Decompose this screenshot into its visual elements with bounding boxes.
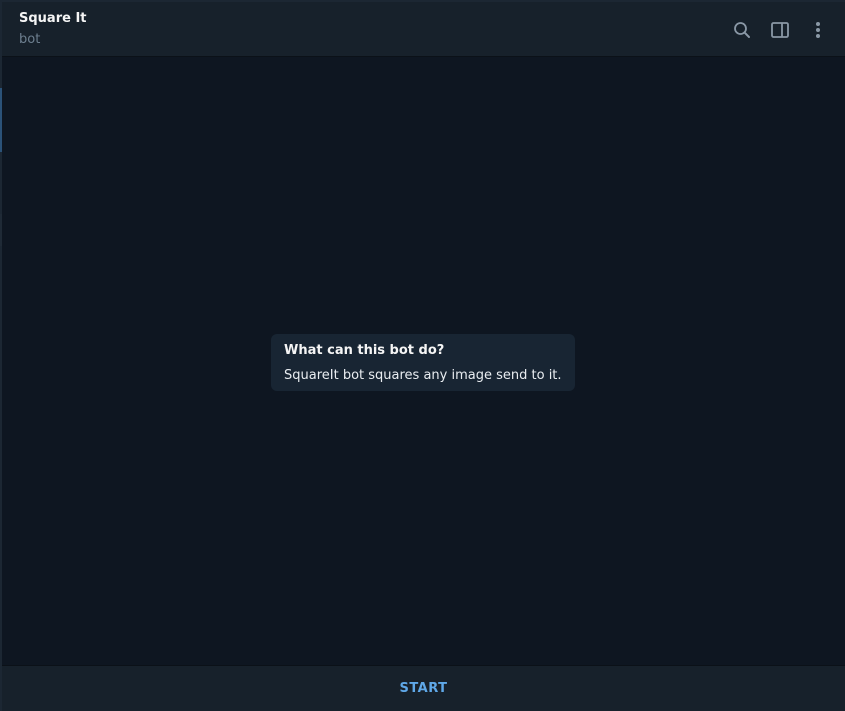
start-button-label: START	[399, 681, 448, 696]
search-button[interactable]	[723, 15, 761, 45]
bot-info-card: What can this bot do? SquareIt bot squar…	[271, 334, 575, 391]
chat-header: Square It bot	[2, 2, 845, 57]
chat-subtitle: bot	[19, 32, 41, 47]
bot-info-description: SquareIt bot squares any image send to i…	[284, 368, 562, 383]
sidebar-toggle-icon	[771, 22, 789, 38]
chat-window: Square It bot What can this bot do? Squa…	[0, 0, 845, 711]
chat-title[interactable]: Square It	[19, 11, 87, 26]
search-icon	[734, 22, 750, 38]
start-button[interactable]: START	[2, 665, 845, 711]
more-vertical-icon	[816, 22, 820, 38]
sidebar-toggle-button[interactable]	[761, 15, 799, 45]
bot-info-title: What can this bot do?	[284, 343, 445, 358]
more-options-button[interactable]	[799, 15, 837, 45]
header-actions	[723, 15, 837, 45]
chat-messages-area: What can this bot do? SquareIt bot squar…	[2, 57, 845, 663]
